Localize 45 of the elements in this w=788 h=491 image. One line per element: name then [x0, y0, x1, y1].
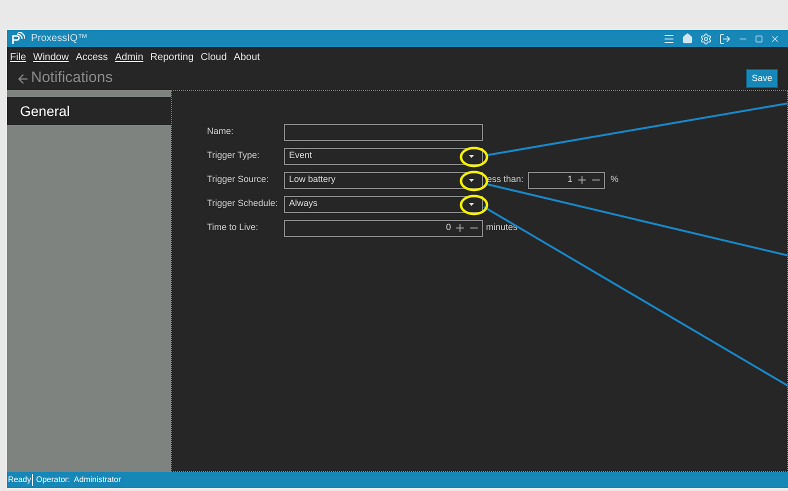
back-arrow-icon[interactable] — [16, 72, 30, 86]
page-title: Notifications — [31, 68, 113, 88]
menu-item[interactable]: File — [10, 50, 26, 64]
plus-icon[interactable] — [576, 174, 588, 186]
caret-icon — [469, 202, 474, 206]
number-value: 0 — [444, 221, 452, 234]
status-text: Ready — [7, 474, 34, 486]
menu-item[interactable]: Reporting — [150, 50, 194, 64]
dropdown-value: Low battery — [289, 173, 337, 186]
field-label: Trigger Schedule: — [207, 197, 279, 210]
caret-icon — [469, 178, 474, 182]
dropdown[interactable]: Always — [284, 196, 483, 212]
field-label: Time to Live: — [207, 221, 260, 234]
plus-icon[interactable] — [454, 222, 466, 234]
caret-icon — [469, 154, 474, 158]
sidebar-tab[interactable]: General — [7, 97, 171, 125]
operator-text: Operator: Administrator — [35, 474, 122, 486]
menu-item[interactable]: Window — [33, 50, 69, 64]
unit-label: minutes — [486, 221, 518, 234]
dropdown-value: Event — [289, 149, 314, 162]
field-label: ess than: — [487, 173, 524, 186]
menu-item[interactable]: Admin — [114, 50, 144, 64]
home-icon[interactable] — [682, 33, 693, 44]
menu-item[interactable]: About — [234, 50, 260, 64]
settings-icon[interactable] — [700, 32, 712, 44]
field-label: Trigger Type: — [207, 149, 261, 162]
close-icon[interactable] — [770, 34, 780, 44]
dropdown[interactable]: Event — [284, 148, 483, 164]
window-title: ProxessIQ™ — [31, 32, 88, 46]
input-field[interactable] — [284, 124, 483, 140]
unit-label: % — [610, 173, 619, 186]
logout-icon[interactable] — [719, 32, 731, 44]
menu-item[interactable]: Cloud — [200, 50, 227, 64]
field-label: Name: — [207, 125, 235, 138]
number-value: 1 — [566, 173, 574, 186]
signal-logo-icon — [11, 32, 25, 45]
save-button[interactable]: Save — [746, 69, 778, 88]
number-field[interactable]: 1 — [528, 172, 605, 188]
number-field[interactable]: 0 — [284, 220, 483, 236]
maximize-icon[interactable] — [755, 34, 763, 42]
menu-icon[interactable] — [663, 32, 675, 44]
menu-item[interactable]: Access — [76, 50, 108, 64]
dropdown-value: Always — [289, 197, 319, 210]
dropdown[interactable]: Low battery — [284, 172, 483, 188]
field-label: Trigger Source: — [207, 173, 270, 186]
